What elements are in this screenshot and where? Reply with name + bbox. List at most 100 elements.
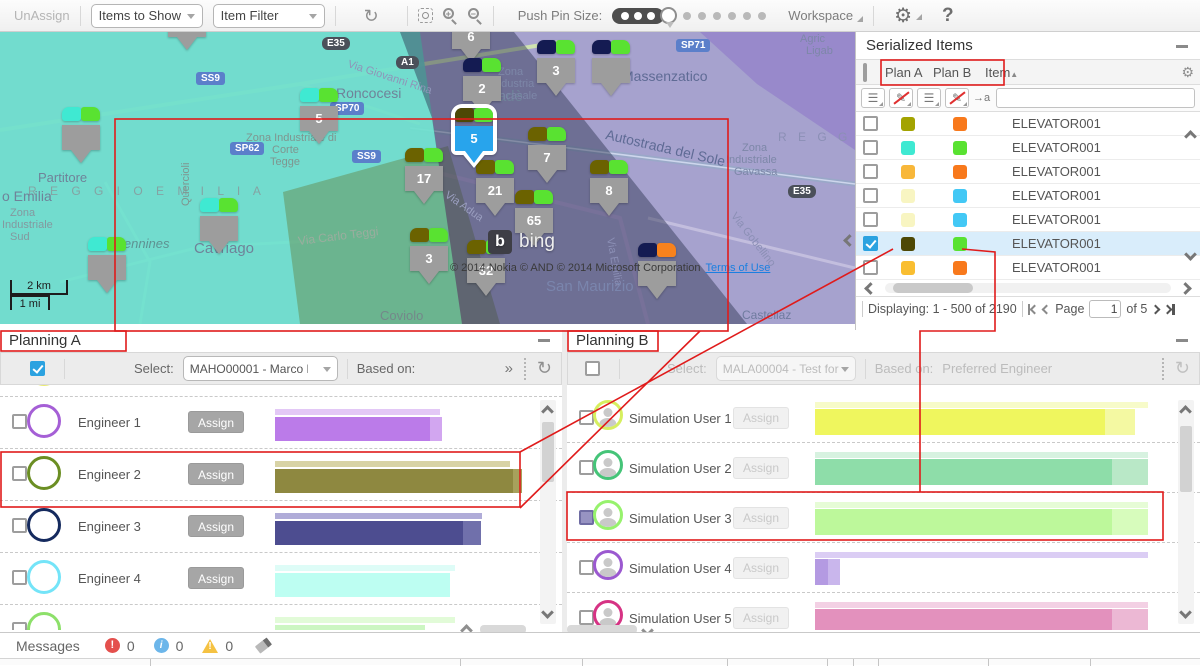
plan-a-color-swatch[interactable] [901, 261, 915, 275]
assign-button[interactable]: Assign [188, 567, 244, 589]
row-checkbox[interactable] [863, 188, 878, 203]
column-plan-b[interactable]: Plan B [933, 65, 971, 80]
engineer-row[interactable]: Engineer 4Assign [0, 553, 562, 605]
row-checkbox[interactable] [863, 212, 878, 227]
row-checkbox[interactable] [863, 164, 878, 179]
table-row[interactable]: ELEVATOR001 [856, 208, 1200, 232]
row-checkbox[interactable] [579, 510, 594, 525]
last-page-button[interactable] [1164, 304, 1175, 315]
next-page-button[interactable] [1152, 306, 1159, 313]
assign-button[interactable]: Assign [188, 515, 244, 537]
push-pin-size-slider[interactable] [612, 7, 766, 24]
map-pushpin[interactable] [168, 32, 206, 50]
assign-button[interactable]: Assign [188, 411, 244, 433]
assign-button[interactable]: Assign [188, 463, 244, 485]
slider-thumb[interactable] [660, 7, 677, 24]
refresh-icon[interactable]: ↻ [364, 7, 379, 25]
plan-b-color-swatch[interactable] [953, 237, 967, 251]
refresh-icon[interactable]: ↻ [537, 358, 552, 379]
scrollbar-thumb[interactable] [1180, 426, 1192, 492]
plan-a-color-swatch[interactable] [901, 117, 915, 131]
map-pushpin[interactable]: 8 [590, 160, 628, 216]
engineer-row[interactable]: Simulation User 3Assign [567, 493, 1200, 543]
zoom-fit-icon[interactable] [418, 8, 433, 23]
zoom-out-icon[interactable]: − [468, 8, 483, 23]
scroll-up-icon[interactable] [1181, 404, 1190, 419]
vertical-scrollbar[interactable] [540, 400, 556, 624]
row-checkbox[interactable] [579, 410, 594, 425]
map-pushpin[interactable] [200, 198, 238, 254]
horizontal-scrollbar[interactable] [856, 280, 1200, 296]
row-checkbox[interactable] [12, 414, 27, 429]
engineer-row[interactable]: Engineer 1Assign [0, 397, 562, 449]
map-pushpin[interactable]: 3 [410, 228, 448, 284]
column-plan-a[interactable]: Plan A [885, 65, 923, 80]
engineer-row[interactable] [0, 385, 562, 397]
row-checkbox[interactable] [863, 236, 878, 251]
row-checkbox[interactable] [863, 260, 878, 275]
engineer-row[interactable]: Engineer 3Assign [0, 501, 562, 553]
map-pushpin[interactable]: 5 [300, 88, 338, 144]
scrollbar-thumb[interactable] [893, 283, 973, 293]
plan-a-color-swatch[interactable] [901, 237, 915, 251]
assign-button[interactable]: Assign [733, 607, 789, 629]
help-button[interactable]: ? [942, 5, 954, 27]
prev-page-button[interactable] [1043, 306, 1050, 313]
assign-button[interactable]: Assign [733, 507, 789, 529]
unassign-button[interactable]: UnAssign [14, 8, 70, 23]
settings-gear-button[interactable]: ⚙ [894, 6, 922, 26]
panel-checkbox[interactable] [30, 361, 45, 376]
map[interactable]: 2 km 1 mi bbing © 2014 Nokia © AND © 201… [0, 32, 855, 324]
engineer-row[interactable]: Simulation User 4Assign [567, 543, 1200, 593]
row-checkbox[interactable] [579, 610, 594, 625]
plan-a-condition-filter-button[interactable]: ☰ [861, 88, 885, 108]
table-row[interactable]: ELEVATOR001 [856, 160, 1200, 184]
resource-select-dropdown[interactable]: MALA00004 - Test for de [716, 356, 856, 381]
plan-b-color-swatch[interactable] [953, 141, 967, 155]
row-checkbox[interactable] [579, 560, 594, 575]
terms-of-use-link[interactable]: Terms of Use [706, 262, 771, 274]
table-row[interactable]: ELEVATOR001 [856, 184, 1200, 208]
table-row[interactable]: ELEVATOR001 [856, 112, 1200, 136]
map-pushpin[interactable] [62, 107, 100, 163]
engineer-row[interactable]: Simulation User 5Assign [567, 593, 1200, 630]
plan-b-color-swatch[interactable] [953, 189, 967, 203]
row-checkbox[interactable] [579, 460, 594, 475]
items-to-show-dropdown[interactable]: Items to Show [91, 4, 203, 28]
map-pushpin[interactable]: 3 [537, 40, 575, 96]
map-pushpin[interactable] [592, 40, 630, 96]
assign-button[interactable]: Assign [733, 457, 789, 479]
minimize-button[interactable] [1176, 339, 1188, 342]
engineer-row[interactable]: Simulation User 1Assign [567, 393, 1200, 443]
plan-a-color-swatch[interactable] [901, 141, 915, 155]
overflow-chevron[interactable]: » [505, 360, 513, 377]
scrollbar-thumb[interactable] [542, 422, 554, 482]
row-checkbox[interactable] [863, 116, 878, 131]
map-pushpin-selected[interactable]: 5 [455, 108, 493, 169]
row-checkbox[interactable] [12, 570, 27, 585]
plan-b-color-swatch[interactable] [953, 117, 967, 131]
engineer-row[interactable] [0, 605, 562, 630]
plan-a-color-swatch[interactable] [901, 213, 915, 227]
assign-button[interactable]: Assign [733, 407, 789, 429]
minimize-button[interactable] [1176, 45, 1188, 48]
map-pushpin[interactable]: 17 [405, 148, 443, 204]
select-all-checkbox[interactable] [863, 63, 867, 82]
engineer-row[interactable]: Simulation User 2Assign [567, 443, 1200, 493]
plan-a-color-filter-button[interactable]: ✎ [889, 88, 913, 108]
plan-b-color-swatch[interactable] [953, 165, 967, 179]
row-checkbox[interactable] [12, 518, 27, 533]
table-row[interactable]: ELEVATOR001 [856, 136, 1200, 160]
plan-b-color-swatch[interactable] [953, 261, 967, 275]
scroll-up-icon[interactable] [543, 404, 552, 419]
scroll-right-icon[interactable] [1179, 282, 1192, 295]
table-row[interactable]: ELEVATOR001 [856, 232, 1200, 256]
plan-b-color-swatch[interactable] [953, 213, 967, 227]
vertical-scrollbar[interactable] [1178, 400, 1194, 624]
grid-gear-icon[interactable]: ⚙ [1181, 64, 1194, 81]
plan-a-color-swatch[interactable] [901, 189, 915, 203]
engineer-row[interactable]: Engineer 2Assign [0, 449, 562, 501]
map-pushpin[interactable] [88, 237, 126, 293]
first-page-button[interactable] [1028, 304, 1039, 315]
clear-messages-icon[interactable] [255, 637, 272, 653]
